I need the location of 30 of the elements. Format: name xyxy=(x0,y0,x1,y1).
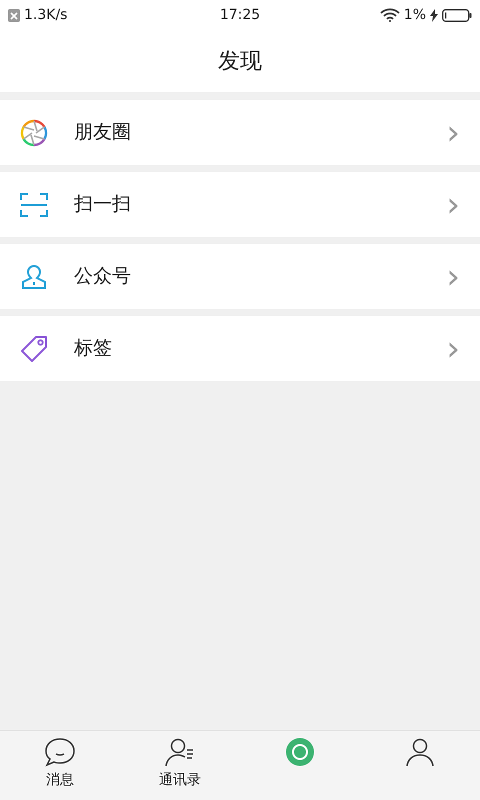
menu-label: 公众号 xyxy=(74,264,131,290)
tab-bar-item[interactable]: 消息 xyxy=(0,731,120,800)
aperture-icon xyxy=(20,118,48,146)
network-speed: 1.3K/s xyxy=(24,6,68,24)
notification-icon xyxy=(8,8,20,22)
menu-item[interactable]: 扫一扫 › xyxy=(0,172,480,237)
chat-bubble-icon xyxy=(44,737,76,767)
charging-icon xyxy=(430,8,438,22)
menu-label: 标签 xyxy=(74,336,112,362)
compass-icon xyxy=(285,737,315,767)
page-title: 发现 xyxy=(218,48,262,76)
menu-label: 朋友圈 xyxy=(74,120,131,146)
chevron-icon: › xyxy=(446,188,460,222)
person-icon xyxy=(404,737,436,767)
battery-percent: 1% xyxy=(404,6,426,24)
chevron-icon: › xyxy=(446,116,460,150)
menu-item[interactable]: 公众号 › xyxy=(0,244,480,309)
contacts-icon xyxy=(164,737,196,767)
clock: 17:25 xyxy=(220,6,260,24)
tab-bar-item[interactable]: 通讯录 xyxy=(120,731,240,800)
chevron-icon: › xyxy=(446,260,460,294)
scan-icon xyxy=(20,192,48,218)
menu-label: 扫一扫 xyxy=(74,192,131,218)
menu-item[interactable]: 朋友圈 › xyxy=(0,100,480,165)
tag-icon xyxy=(20,334,48,362)
menu-item[interactable]: 标签 › xyxy=(0,316,480,381)
person-icon xyxy=(20,264,48,290)
chevron-icon: › xyxy=(446,332,460,366)
wifi-icon xyxy=(380,8,400,22)
battery-icon xyxy=(442,8,472,22)
